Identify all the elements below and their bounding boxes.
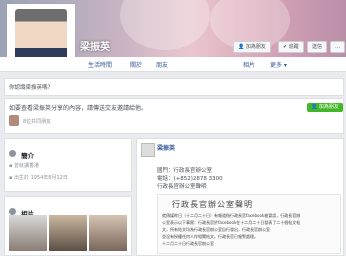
tab-friends[interactable]: 朋友 [156,60,168,69]
tab-photos[interactable]: 相片 [243,60,255,69]
more-options-button[interactable]: … [330,41,345,53]
photo-icon [9,208,16,215]
add-friend-icon: 👤 [238,44,245,50]
statement-title: 行政長官辦公室聲明 [172,200,253,209]
message-label: 送信 [312,44,323,50]
intro-born: ▪ 出生於 1954年8月12日 [9,175,68,181]
post-line: 行政長官辦公室聲明 [157,184,207,190]
add-friend-icon: 👤 [311,104,318,110]
mutual-friend-avatar[interactable] [9,115,19,126]
statement-body-line: 公室表示以下事實：行政長官於facebook在十二月二十日發表了二十個帖文帖 [162,220,301,225]
follow-button[interactable]: ✔ 追蹤 [278,41,304,53]
follow-label: 追蹤 [288,44,299,50]
intro-work: ▪ 曾就讀香港 [9,163,39,169]
statement-image[interactable]: 行政長官辦公室聲明 就傳媒昨日（十二月二十日）有報道指行政長官facebook被… [157,194,341,254]
statement-body-line: 文，所有帖文均為行政長官辦公室自行發出，行政長官辦公室 [162,227,270,232]
share-text: 如要查看梁振英分享的內容，請傳送交友邀請給他。 [9,105,148,112]
tab-timeline[interactable]: 生活時間 [88,60,112,69]
profile-nav: 生活時間 關於 朋友 相片 更多 ▾ [0,57,346,72]
photo-thumb[interactable] [89,215,127,251]
intro-title: 簡介 [21,152,35,160]
ellipsis-icon: … [335,44,340,50]
photo-thumb[interactable] [49,215,87,251]
add-friend-green-button[interactable]: 👤 加為朋友 [307,103,343,112]
visitor-prompt-card: 你認識梁振英嗎？ [4,78,344,96]
add-friend-label: 加為朋友 [245,44,266,50]
rss-icon: ✔ [283,44,288,50]
post-line: 國門：行政長官辦公室 [157,168,213,174]
intro-card: 簡介 ▪ 曾就讀香港 ▪ 出生於 1954年8月12日 [4,138,132,192]
post-line: 電話：(+852)2878 3300 [157,176,223,182]
globe-icon [9,150,16,157]
cover-petal [120,0,210,50]
statement-body-line: 並沒有授權任何人作相關帖文。行政長官已報警處理。 [162,234,258,239]
share-card: 如要查看梁振英分享的內容，請傳送交友邀請給他。 👤 加為朋友 8位共同朋友 [4,98,344,134]
photos-card: 相片 [4,196,132,256]
mutual-friends-count[interactable]: 8位共同朋友 [23,118,51,125]
add-friend-green-label: 加為朋友 [318,104,339,110]
tab-about[interactable]: 關於 [130,60,142,69]
post-author-name[interactable]: 梁振英 [157,143,175,152]
profile-name: 梁振英 [80,42,110,53]
add-friend-button[interactable]: 👤 加為朋友 [233,41,271,53]
photo-thumb[interactable] [9,215,47,251]
intro-header: 簡介 [9,143,34,162]
statement-body-line: 就傳媒昨日（十二月二十日）有報道指行政長官facebook被冒認，行政長官辦 [162,213,301,218]
statement-body-line: 十二月二十日行政長官辦公室 [162,241,214,246]
message-button[interactable]: 送信 [307,41,328,53]
tab-more[interactable]: 更多 ▾ [270,60,287,69]
visitor-prompt-text: 你認識梁振英嗎？ [9,85,54,91]
post-card: 梁振英 國門：行政長官辦公室 電話：(+852)2878 3300 行政長官辦公… [136,138,344,256]
post-author-avatar[interactable] [141,143,155,157]
